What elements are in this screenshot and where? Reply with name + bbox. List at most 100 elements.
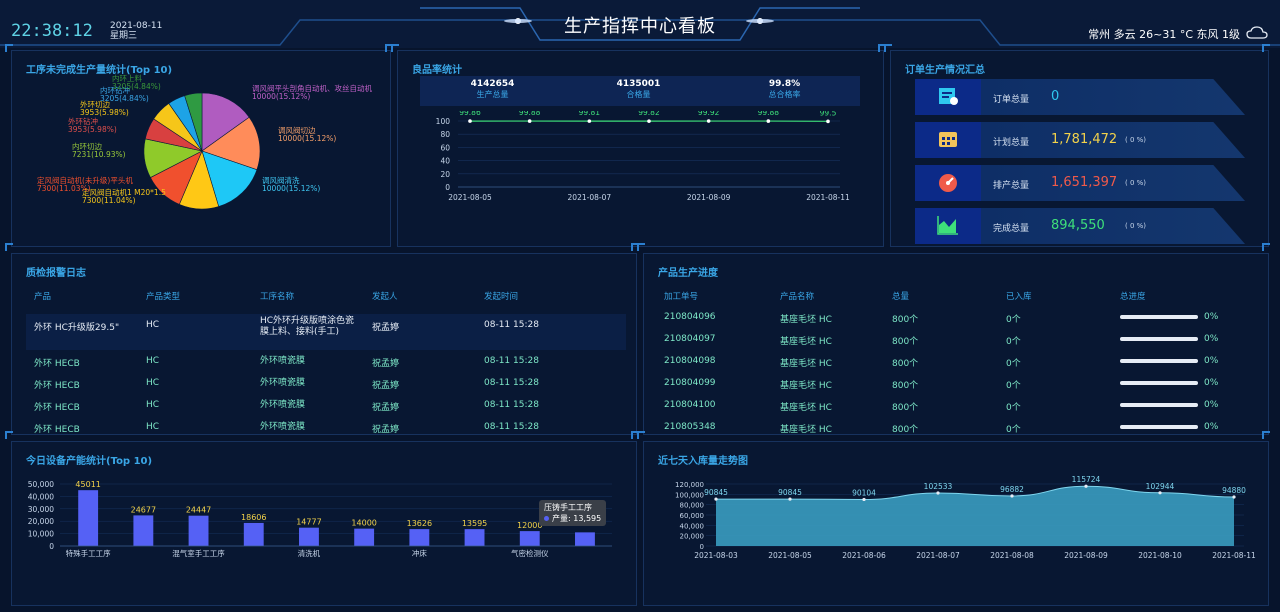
table-cell: 外环 HECB [34,381,80,391]
order-label: 排产总量 [993,181,1030,191]
bar-label: 13626 [407,519,432,528]
chart-tooltip: 压铸手工工序 产量: 13,595 [539,500,607,526]
table-cell: 外环喷瓷膜 [260,400,306,410]
data-label: 115724 [1072,475,1101,484]
bar [409,529,430,546]
table-cell: HC [146,320,160,330]
progress-percent: 0% [1204,400,1219,410]
table-cell: 210805348 [664,422,716,432]
data-label: 99.5 [820,111,837,117]
column-header: 产品 [34,292,52,302]
bar-label: 18606 [241,513,266,522]
table-cell: HC [146,378,160,388]
data-point [862,497,866,502]
weather-text: 常州 多云 26~31 °C 东风 1级 [1088,28,1240,41]
data-point [1232,495,1236,499]
table-cell: 0个 [1006,381,1021,391]
corner-accent [391,44,399,52]
x-tick-label: 2021-08-05 [768,551,812,560]
data-point [788,497,792,501]
order-value: 0 [1051,89,1060,104]
progress-percent: 0% [1204,422,1219,432]
corner-accent [1262,431,1270,439]
bar-label: 13595 [462,519,487,528]
x-tick-label: 2021-08-06 [842,551,886,560]
panel-title-progress: 产品生产进度 [658,268,718,279]
table-cell: 基座毛坯 HC [780,337,832,347]
y-tick-label: 50,000 [28,480,54,489]
table-cell: 祝孟婷 [372,381,400,391]
table-row: 210804098 基座毛坯 HC 800个 0个 0% [658,350,1258,372]
table-row: 外环 HECB HC 外环喷瓷膜 祝孟婷 08-11 15:28 [26,372,626,394]
bar [133,515,154,546]
table-cell: 0个 [1006,337,1021,347]
bar [575,532,595,546]
data-label: 99.82 [638,111,660,117]
panel-orders: 订单生产情况汇总 订单总量 0 计划总量 1,781,472 ( 0 %) 排产总量 1,6… [890,50,1269,247]
x-tick-label: 2021-08-05 [448,193,492,202]
y-tick-label: 0 [49,542,54,551]
data-point [706,119,711,123]
table-cell: 800个 [892,337,919,347]
stat-rate-label: 总合格率 [768,90,801,99]
stat-total: 4142654 生产总量 [420,79,565,100]
pie-label: 调风阀切边 10000(15.12%) [278,127,336,143]
bar [78,490,99,546]
corner-accent [1262,243,1270,251]
bar-label: 45011 [75,480,100,489]
progress-bar [1120,403,1198,407]
x-tick-label: 2021-08-11 [1212,551,1256,560]
data-point [527,119,532,123]
bar-label: 24447 [186,506,211,515]
data-point [1084,484,1088,488]
data-label: 99.81 [579,111,601,117]
y-tick-label: 100,000 [675,491,704,499]
trend-area-chart: 120,000 100,000 80,000 60,000 40,000 20,000 0 9… [675,475,1256,560]
stat-total-label: 生产总量 [476,90,509,99]
bar-label: 14777 [296,518,321,527]
table-cell: 08-11 15:28 [484,422,539,432]
table-cell: 210804096 [664,312,716,322]
bar [188,515,209,546]
y-tick-label: 120,000 [675,481,704,489]
order-row: 计划总量 1,781,472 ( 0 %) [915,122,1245,158]
y-tick-label: 60,000 [680,512,705,520]
progress-bar [1120,315,1198,319]
panel-yield: 良品率统计 4142654 生产总量 4135001 合格量 99.8% 总合格率 1… [397,50,884,247]
data-label: 99.92 [698,111,720,117]
data-point [647,119,651,123]
order-icon-box [915,208,981,244]
panel-title-unfinished: 工序未完成生产量统计(Top 10) [26,65,173,76]
progress-percent: 0% [1204,356,1219,366]
table-cell: 800个 [892,315,919,325]
table-cell: 800个 [892,359,919,369]
pie-label-value: 10000(15.12%) [278,134,337,143]
column-header: 发起人 [372,292,398,302]
table-cell: 外环 HECB [34,359,80,369]
table-cell: 0个 [1006,425,1021,435]
order-icon-box [915,79,981,115]
table-cell: HC [146,400,160,410]
table-cell: 外环 HC升级版29.5" [34,323,120,333]
table-row: 外环 HC升级版29.5" HC HC外环升级版喷涂色瓷膜上料、接料(手工) 祝孟婷 0… [26,314,626,350]
table-cell: 0个 [1006,315,1021,325]
table-cell: 0个 [1006,403,1021,413]
panel-title-capacity: 今日设备产能统计(Top 10) [26,456,153,467]
table-cell: 0个 [1006,359,1021,369]
table-cell: 08-11 15:28 [484,378,539,388]
x-tick-label: 冲床 [412,548,427,558]
pie-label: 调风阀平头剖角自动机、攻丝自动机 10000(15.12%) [252,85,372,101]
tooltip-title: 压铸手工工序 [544,503,592,512]
data-point [587,119,592,123]
yield-line-chart: 100 80 60 40 20 0 99.86 99.88 99.81 99.82 99.92 99.… [436,111,850,202]
stat-rate-value: 99.8% [768,79,801,89]
pie-label: 内环上料 3205(4.84%) [112,75,161,91]
table-cell: 祝孟婷 [372,403,400,413]
x-tick-label: 2021-08-03 [694,551,738,560]
y-tick-label: 80 [440,130,450,139]
pie-label: 内环切边 7231(10.93%) [72,143,126,159]
table-cell: 08-11 15:28 [484,400,539,410]
progress-bar [1120,381,1198,385]
table-cell: 基座毛坯 HC [780,403,832,413]
table-cell: 外环 HECB [34,425,80,435]
